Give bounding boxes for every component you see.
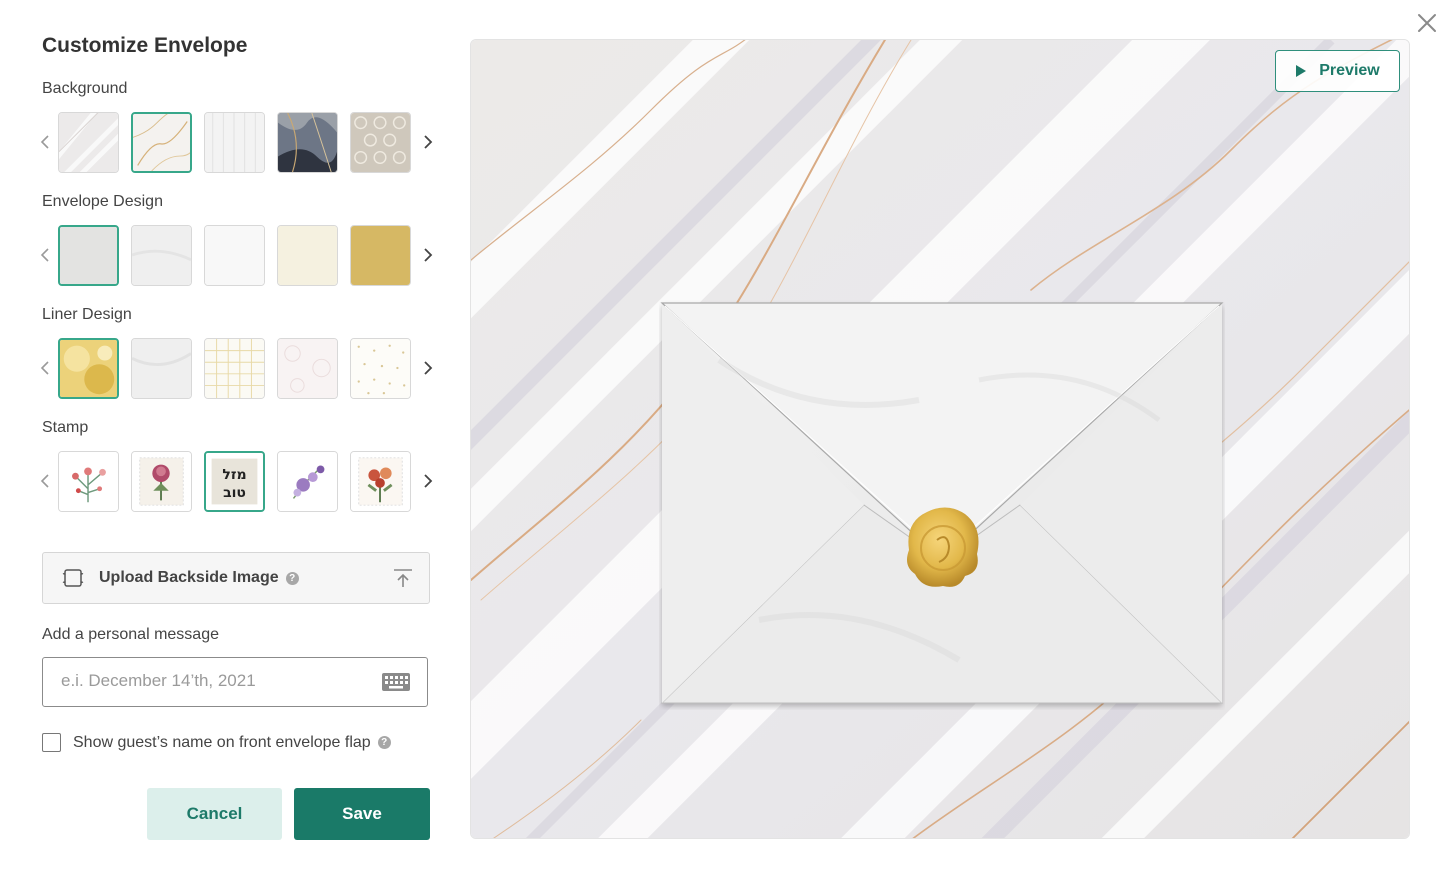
liner-swatch-pink-floral[interactable] — [277, 337, 338, 399]
cancel-button[interactable]: Cancel — [147, 788, 282, 840]
liner-design-prev-button[interactable] — [36, 336, 54, 400]
svg-text:מזל: מזל — [222, 467, 246, 483]
envelope-swatch-cream[interactable] — [277, 224, 338, 286]
upload-icon — [394, 569, 412, 587]
keyboard-icon[interactable] — [381, 672, 411, 692]
background-prev-button[interactable] — [36, 110, 54, 174]
liner-swatch-white-marble[interactable] — [131, 337, 192, 399]
play-icon — [1296, 65, 1307, 77]
envelope-design-prev-button[interactable] — [36, 223, 54, 287]
preview-label: Preview — [1319, 62, 1380, 79]
stamp-prev-button[interactable] — [36, 449, 54, 513]
background-swatch-dark-marble[interactable] — [277, 111, 338, 173]
chevron-right-icon — [424, 361, 433, 375]
preview-button[interactable]: Preview — [1275, 50, 1400, 92]
background-swatch-lace[interactable] — [350, 111, 411, 173]
stamp-next-button[interactable] — [419, 449, 437, 513]
envelope-design-label: Envelope Design — [42, 193, 163, 210]
liner-design-next-button[interactable] — [419, 336, 437, 400]
close-button[interactable] — [1414, 10, 1440, 36]
stamp-swatch-floral-bouquet[interactable] — [58, 450, 119, 512]
background-swatch-gold-marble[interactable] — [131, 111, 192, 173]
background-label: Background — [42, 80, 128, 97]
personal-message-input[interactable] — [43, 658, 361, 704]
chevron-left-icon — [40, 474, 49, 488]
stamp-picker: מזל טוב — [36, 449, 437, 513]
chevron-left-icon — [40, 361, 49, 375]
chevron-right-icon — [424, 248, 433, 262]
personal-message-label: Add a personal message — [42, 626, 219, 643]
guest-name-option: Show guest’s name on front envelope flap… — [42, 733, 391, 752]
liner-design-label: Liner Design — [42, 306, 132, 323]
liner-swatch-grid[interactable] — [204, 337, 265, 399]
close-icon — [1418, 14, 1436, 32]
background-next-button[interactable] — [419, 110, 437, 174]
stamp-swatch-protea[interactable] — [131, 450, 192, 512]
stamp-swatch-rose-bouquet[interactable] — [350, 450, 411, 512]
wax-seal — [907, 507, 979, 587]
chevron-right-icon — [424, 474, 433, 488]
envelope-design-next-button[interactable] — [419, 223, 437, 287]
help-icon[interactable]: ? — [377, 736, 391, 749]
liner-design-picker — [36, 336, 437, 400]
chevron-left-icon — [40, 135, 49, 149]
svg-text:טוב: טוב — [223, 484, 246, 500]
guest-name-label[interactable]: Show guest’s name on front envelope flap — [73, 734, 371, 752]
envelope-back-icon — [62, 569, 84, 587]
stamp-swatch-purple-flowers[interactable] — [277, 450, 338, 512]
liner-swatch-gold-foil[interactable] — [58, 337, 119, 399]
stamp-label: Stamp — [42, 419, 89, 436]
dialog-title: Customize Envelope — [42, 34, 248, 57]
save-button[interactable]: Save — [294, 788, 430, 840]
envelope-design-picker — [36, 223, 437, 287]
envelope-preview: Preview — [470, 39, 1410, 839]
envelope-swatch-gold[interactable] — [350, 224, 411, 286]
upload-backside-button[interactable]: Upload Backside Image ? — [42, 552, 430, 604]
envelope-image — [660, 302, 1224, 704]
background-swatch-light-marble[interactable] — [58, 111, 119, 173]
chevron-left-icon — [40, 248, 49, 262]
chevron-right-icon — [424, 135, 433, 149]
stamp-swatch-mazel-tov[interactable]: מזל טוב — [204, 450, 265, 512]
envelope-swatch-grey[interactable] — [58, 224, 119, 286]
personal-message-field — [42, 657, 428, 707]
upload-backside-label: Upload Backside Image — [99, 569, 279, 586]
guest-name-checkbox[interactable] — [42, 733, 61, 752]
envelope-swatch-white[interactable] — [204, 224, 265, 286]
background-picker — [36, 110, 437, 174]
background-swatch-white-wood[interactable] — [204, 111, 265, 173]
liner-swatch-gold-dots[interactable] — [350, 337, 411, 399]
envelope-swatch-white-marble[interactable] — [131, 224, 192, 286]
help-icon[interactable]: ? — [285, 571, 299, 585]
